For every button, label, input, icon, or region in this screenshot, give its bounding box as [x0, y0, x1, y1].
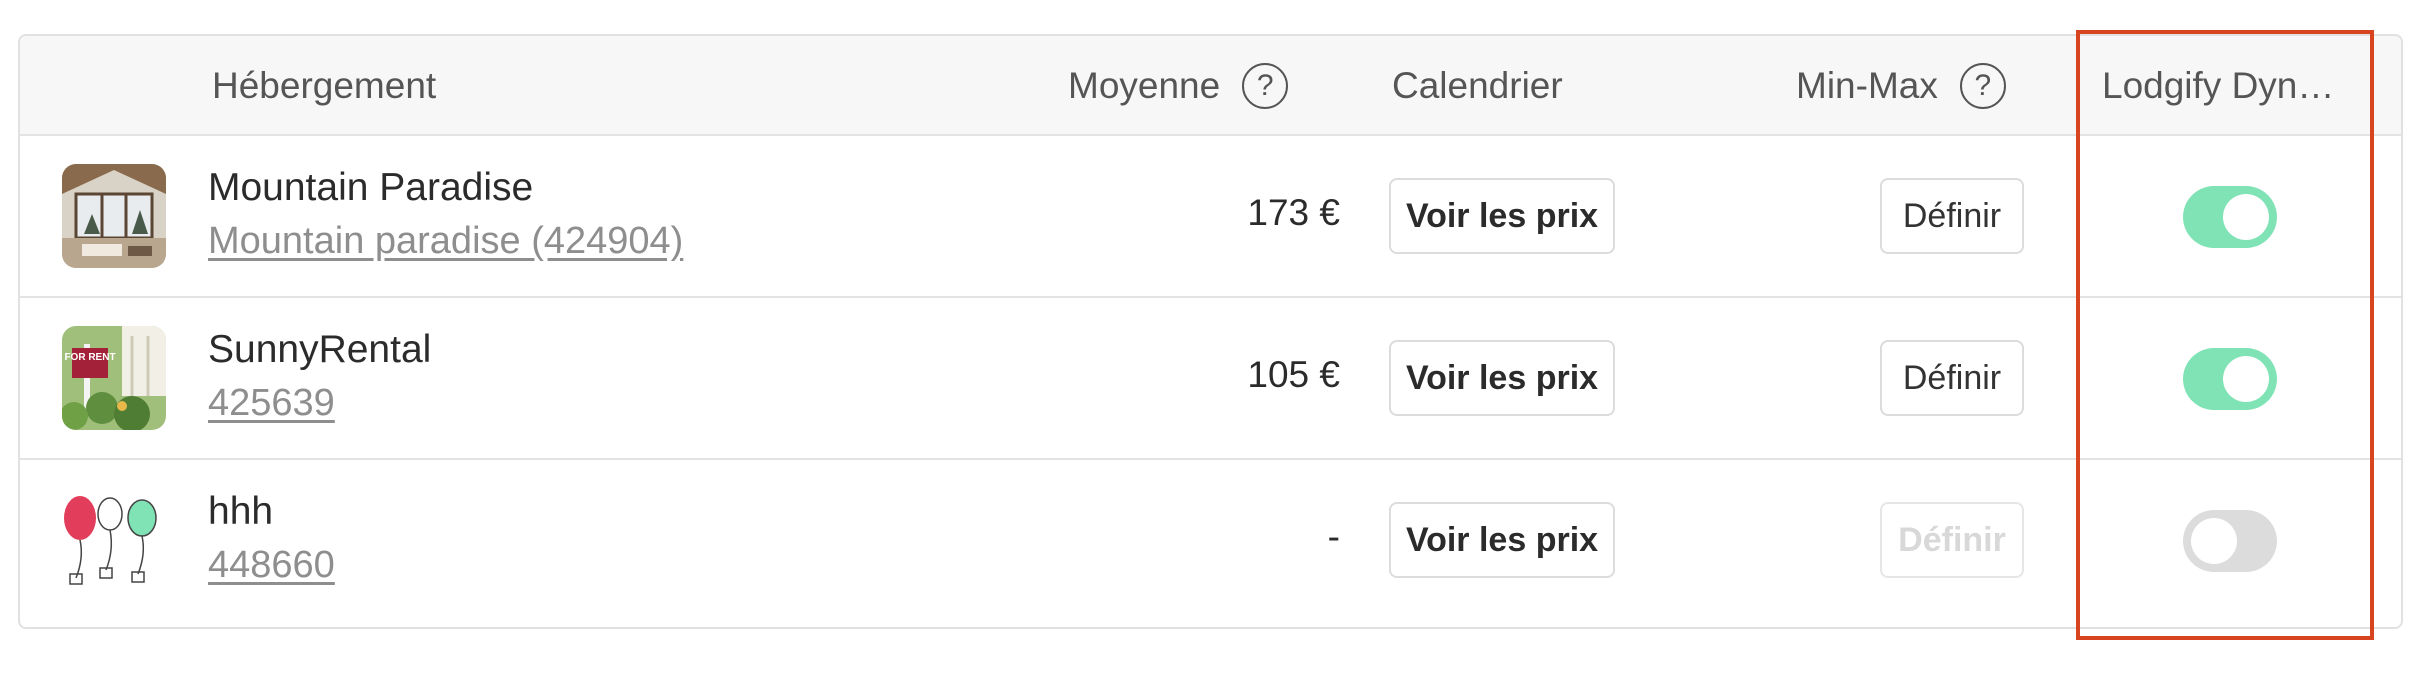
- property-link[interactable]: 448660: [208, 544, 335, 587]
- properties-table: Hébergement Moyenne ? Calendrier Min-Max…: [18, 34, 2403, 629]
- toggle-knob: [2223, 356, 2269, 402]
- define-minmax-button[interactable]: Définir: [1880, 178, 2024, 254]
- help-icon[interactable]: ?: [1959, 63, 2006, 109]
- property-thumbnail: [62, 488, 166, 592]
- for-rent-sign-photo-icon: FOR RENT: [62, 326, 166, 430]
- property-link[interactable]: Mountain paradise (424904): [208, 220, 683, 263]
- property-thumbnail: [62, 164, 166, 268]
- header-dynamic-pricing: Lodgify Dyn…: [2102, 65, 2335, 106]
- property-name: hhh: [208, 490, 274, 533]
- property-name: Mountain Paradise: [208, 166, 534, 209]
- toggle-knob: [2191, 518, 2237, 564]
- header-minmax: Min-Max ?: [1796, 36, 2006, 136]
- table-row: Mountain Paradise Mountain paradise (424…: [20, 136, 2401, 298]
- average-price: -: [1327, 516, 1340, 557]
- property-name: SunnyRental: [208, 328, 432, 371]
- cabin-photo-icon: [62, 164, 166, 268]
- table-header: Hébergement Moyenne ? Calendrier Min-Max…: [20, 36, 2401, 136]
- average-price: 105 €: [1247, 354, 1340, 395]
- balloons-illustration-icon: [62, 488, 166, 592]
- header-property: Hébergement: [212, 65, 437, 106]
- header-average: Moyenne ?: [1068, 36, 1289, 136]
- table-row: hhh 448660 - Voir les prix Définir: [20, 460, 2401, 622]
- toggle-knob: [2223, 194, 2269, 240]
- dynamic-pricing-toggle[interactable]: [2183, 348, 2277, 410]
- view-prices-button[interactable]: Voir les prix: [1389, 178, 1615, 254]
- help-icon[interactable]: ?: [1242, 63, 1289, 109]
- view-prices-button[interactable]: Voir les prix: [1389, 340, 1615, 416]
- header-calendar: Calendrier: [1392, 65, 1563, 106]
- property-thumbnail: FOR RENT: [62, 326, 166, 430]
- average-price: 173 €: [1247, 192, 1340, 233]
- property-link[interactable]: 425639: [208, 382, 335, 425]
- table-row: FOR RENT SunnyRental 425639 105 € Voir l…: [20, 298, 2401, 460]
- view-prices-button[interactable]: Voir les prix: [1389, 502, 1615, 578]
- sign-text: FOR RENT: [64, 352, 115, 363]
- dynamic-pricing-toggle[interactable]: [2183, 510, 2277, 572]
- define-minmax-button[interactable]: Définir: [1880, 340, 2024, 416]
- define-minmax-button: Définir: [1880, 502, 2024, 578]
- dynamic-pricing-toggle[interactable]: [2183, 186, 2277, 248]
